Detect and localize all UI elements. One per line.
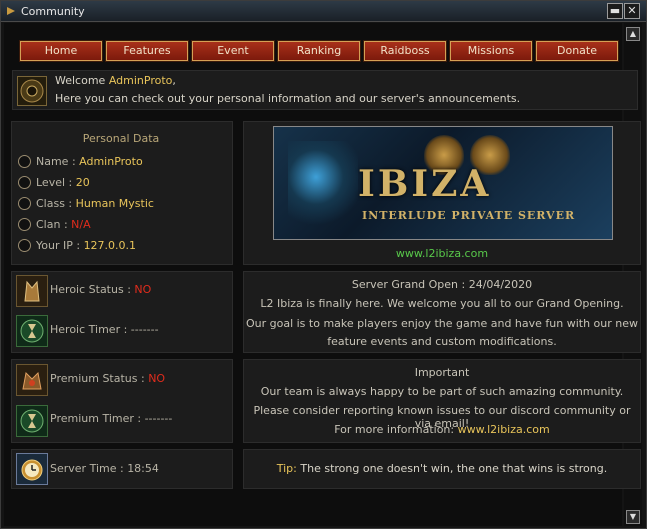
title-bar[interactable]: Community ▬ ✕ [1,1,646,22]
close-button[interactable]: ✕ [624,3,640,19]
important-info-prefix: For more information: [334,423,458,436]
nav-missions-button[interactable]: Missions [450,41,532,61]
banner-logo: IBIZA [358,163,492,205]
banner-panel: IBIZA INTERLUDE PRIVATE SERVER www.l2ibi… [243,121,641,265]
pd-value: 127.0.0.1 [83,239,137,252]
banner-link[interactable]: www.l2ibiza.com [244,247,640,260]
welcome-prefix: Welcome [55,74,109,87]
window-title: Community [21,5,85,18]
announcement-title: Server Grand Open : 24/04/2020 [351,278,533,291]
window-icon [7,7,15,15]
heroic-status-label: Heroic Status : [50,283,135,296]
nav-donate-button[interactable]: Donate [536,41,618,61]
announcement-panel: Server Grand Open : 24/04/2020 L2 Ibiza … [243,271,641,353]
important-info: For more information: www.l2ibiza.com [244,423,640,436]
tip-line: Tip: The strong one doesn't win, the one… [244,462,640,475]
welcome-username: AdminProto [108,74,173,87]
pd-label: Class : [36,197,76,210]
nav-ranking-button[interactable]: Ranking [278,41,360,61]
pd-label: Clan : [36,218,72,231]
hourglass-icon [16,315,48,347]
heroic-timer: Heroic Timer : ------- [50,323,159,336]
personal-data-panel: Personal Data Name : AdminProto Level : … [11,121,233,265]
banner-character-art [288,141,358,231]
alarm-clock-icon [16,453,48,485]
heroic-status-value: NO [134,283,152,296]
tip-text: The strong one doesn't win, the one that… [296,462,608,475]
announcement-line: L2 Ibiza is finally here. We welcome you… [260,297,624,310]
nav-bar: Home Features Event Ranking Raidboss Mis… [4,39,622,63]
pd-label: Level : [36,176,76,189]
premium-status-icon [16,364,48,396]
pd-value: N/A [71,218,91,231]
welcome-suffix: , [172,74,176,87]
welcome-subtitle: Here you can check out your personal inf… [55,92,521,105]
pd-value: AdminProto [79,155,143,168]
premium-panel: Premium Status : NO Premium Timer : ----… [11,359,233,443]
welcome-line: Welcome AdminProto, [55,74,176,87]
scroll-up-button[interactable]: ▲ [626,27,640,41]
announcement-line: Our goal is to make players enjoy the ga… [245,317,639,330]
important-info-link[interactable]: www.l2ibiza.com [458,423,550,436]
nav-event-button[interactable]: Event [192,41,274,61]
radio-bullet-icon [18,218,31,231]
premium-status-label: Premium Status : [50,372,149,385]
community-window: Community ▬ ✕ Home Features Event Rankin… [0,0,647,529]
server-time-panel: Server Time : 18:54 [11,449,233,489]
pd-value: 20 [75,176,90,189]
pd-label: Name : [36,155,80,168]
important-title: Important [414,366,470,379]
radio-bullet-icon [18,176,31,189]
scroll-down-button[interactable]: ▼ [626,510,640,524]
hourglass-icon [16,405,48,437]
premium-status: Premium Status : NO [50,372,165,385]
tip-panel: Tip: The strong one doesn't win, the one… [243,449,641,489]
premium-timer: Premium Timer : ------- [50,412,173,425]
nav-home-button[interactable]: Home [20,41,102,61]
heroic-status: Heroic Status : NO [50,283,151,296]
pd-label: Your IP : [36,239,84,252]
tip-label: Tip: [276,462,297,475]
radio-bullet-icon [18,239,31,252]
heroic-panel: Heroic Status : NO Heroic Timer : ------… [11,271,233,353]
important-panel: Important Our team is always happy to be… [243,359,641,443]
radio-bullet-icon [18,197,31,210]
premium-status-value: NO [148,372,166,385]
heroic-status-icon [16,275,48,307]
speaker-icon [17,76,47,106]
pd-value: Human Mystic [75,197,154,210]
server-time: Server Time : 18:54 [50,462,159,475]
server-banner-image: IBIZA INTERLUDE PRIVATE SERVER [273,126,613,240]
nav-raidboss-button[interactable]: Raidboss [364,41,446,61]
nav-features-button[interactable]: Features [106,41,188,61]
minimize-button[interactable]: ▬ [607,3,623,19]
welcome-panel: Welcome AdminProto, Here you can check o… [12,70,638,110]
personal-data-title: Personal Data [82,132,160,145]
banner-subtitle: INTERLUDE PRIVATE SERVER [362,209,576,222]
announcement-line: feature events and custom modifications. [327,335,557,348]
important-line: Our team is always happy to be part of s… [260,385,624,398]
radio-bullet-icon [18,155,31,168]
